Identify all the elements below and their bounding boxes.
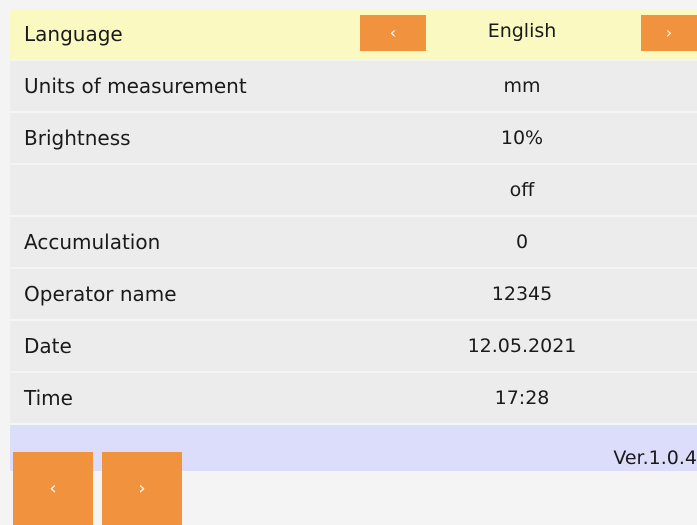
setting-value: 12345	[491, 283, 553, 305]
setting-row-operator-name[interactable]: Operator name 12345	[10, 269, 697, 319]
chevron-right-icon: ›	[665, 23, 673, 42]
setting-label: Time	[24, 386, 73, 410]
setting-value: English	[487, 20, 557, 42]
setting-row-units[interactable]: Units of measurement mm	[10, 61, 697, 111]
setting-label: Operator name	[24, 282, 177, 306]
setting-value: 10%	[500, 127, 544, 149]
setting-value: 0	[515, 231, 529, 253]
setting-row-accumulation[interactable]: Accumulation 0	[10, 217, 697, 267]
setting-row-brightness[interactable]: Brightness 10%	[10, 113, 697, 163]
setting-row-unlabeled[interactable]: off	[10, 165, 697, 215]
setting-value: mm	[503, 75, 541, 97]
chevron-right-icon: ›	[138, 478, 146, 499]
language-next-button[interactable]: ›	[641, 15, 697, 51]
setting-value: off	[509, 179, 535, 201]
setting-label: Accumulation	[24, 230, 161, 254]
setting-label: Units of measurement	[24, 74, 247, 98]
setting-row-language[interactable]: Language ‹ English ›	[10, 9, 697, 59]
setting-row-time[interactable]: Time 17:28	[10, 373, 697, 423]
next-page-button[interactable]: ›	[102, 452, 182, 525]
setting-value: 12.05.2021	[467, 335, 577, 357]
version-text: Ver.1.0.4	[613, 447, 697, 469]
setting-value: 17:28	[494, 387, 550, 409]
setting-label: Language	[24, 22, 123, 46]
settings-list: Language ‹ English › Units of measuremen…	[10, 9, 697, 425]
chevron-left-icon: ‹	[49, 478, 57, 499]
setting-row-date[interactable]: Date 12.05.2021	[10, 321, 697, 371]
prev-page-button[interactable]: ‹	[13, 452, 93, 525]
setting-label: Brightness	[24, 126, 131, 150]
setting-label: Date	[24, 334, 72, 358]
